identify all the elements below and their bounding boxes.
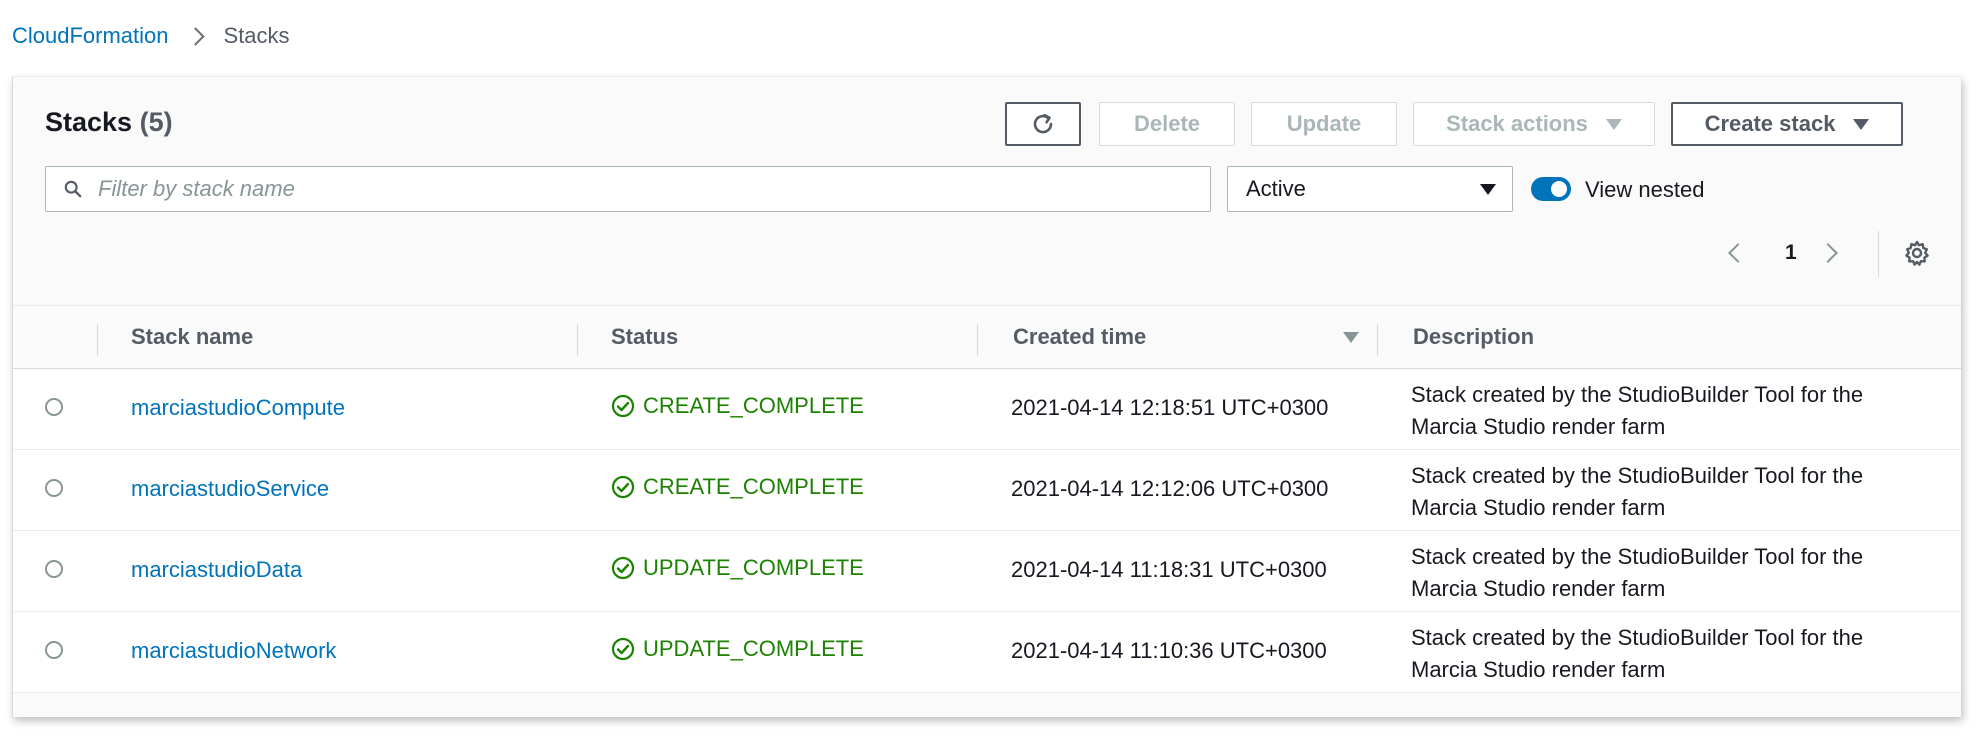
create-stack-label: Create stack [1704, 111, 1836, 136]
search-icon [64, 180, 82, 198]
cloudformation-stacks-page: CloudFormation Stacks Stacks (5) Delete … [0, 0, 1982, 736]
check-circle-icon [611, 637, 635, 661]
pagination-next-button[interactable] [1818, 237, 1838, 269]
stack-status: UPDATE_COMPLETE [611, 636, 864, 662]
caret-down-icon [1853, 118, 1870, 130]
stack-description: Stack created by the StudioBuilder Tool … [1411, 382, 1864, 439]
stacks-panel: Stacks (5) Delete Update Stack actions C… [12, 76, 1961, 717]
search-input[interactable] [96, 175, 1180, 203]
breadcrumb-cloudformation-link[interactable]: CloudFormation [12, 23, 169, 49]
status-filter-value: Active [1246, 176, 1306, 201]
stack-name-link[interactable]: marciastudioService [131, 476, 329, 502]
column-header-stack-name[interactable]: Stack name [131, 306, 253, 368]
table-body: marciastudioCompute CREATE_COMPLETE 2021… [13, 369, 1961, 693]
column-header-created-time[interactable]: Created time [1013, 306, 1146, 368]
stack-description: Stack created by the StudioBuilder Tool … [1411, 625, 1864, 682]
view-nested-toggle[interactable] [1531, 177, 1571, 201]
table-row: marciastudioData UPDATE_COMPLETE 2021-04… [13, 531, 1961, 612]
stack-name-link[interactable]: marciastudioCompute [131, 395, 345, 421]
chevron-right-icon [1818, 243, 1838, 263]
column-divider [97, 324, 98, 356]
caret-down-icon [1480, 183, 1496, 195]
search-field [45, 166, 1211, 212]
stack-status-text: CREATE_COMPLETE [643, 393, 864, 418]
sort-descending-icon[interactable] [1343, 332, 1359, 343]
stack-status-text: UPDATE_COMPLETE [643, 636, 864, 661]
stack-status-text: UPDATE_COMPLETE [643, 555, 864, 580]
table-row: marciastudioNetwork UPDATE_COMPLETE 2021… [13, 612, 1961, 693]
check-circle-icon [611, 556, 635, 580]
pagination-divider [1878, 231, 1879, 277]
column-header-status[interactable]: Status [611, 306, 678, 368]
stack-count: (5) [139, 107, 173, 137]
stack-actions-button[interactable]: Stack actions [1413, 102, 1655, 146]
check-circle-icon [611, 394, 635, 418]
breadcrumb: CloudFormation Stacks [12, 20, 290, 52]
check-circle-icon [611, 475, 635, 499]
table-header: Stack name Status Created time Descripti… [13, 306, 1961, 369]
stacks-panel-header: Stacks (5) Delete Update Stack actions C… [13, 77, 1961, 306]
refresh-icon [1033, 113, 1053, 134]
page-title-text: Stacks [45, 107, 133, 137]
stack-description: Stack created by the StudioBuilder Tool … [1411, 463, 1864, 520]
page-title: Stacks (5) [45, 107, 173, 138]
stack-created-time: 2021-04-14 12:18:51 UTC+0300 [1011, 395, 1329, 420]
refresh-button[interactable] [1005, 102, 1081, 146]
update-button[interactable]: Update [1251, 102, 1397, 146]
stack-name-link[interactable]: marciastudioData [131, 557, 302, 583]
stack-created-time: 2021-04-14 11:10:36 UTC+0300 [1011, 638, 1327, 663]
chevron-left-icon [1728, 243, 1748, 263]
row-select-radio[interactable] [45, 641, 63, 659]
row-select-radio[interactable] [45, 398, 63, 416]
gear-icon[interactable] [1903, 239, 1931, 267]
status-filter-select[interactable]: Active [1227, 166, 1513, 212]
column-divider [977, 324, 978, 356]
table-row: marciastudioCompute CREATE_COMPLETE 2021… [13, 369, 1961, 450]
toggle-knob [1551, 181, 1567, 197]
delete-button[interactable]: Delete [1099, 102, 1235, 146]
stack-status: UPDATE_COMPLETE [611, 555, 864, 581]
stack-created-time: 2021-04-14 11:18:31 UTC+0300 [1011, 557, 1327, 582]
column-divider [1377, 324, 1378, 356]
row-select-radio[interactable] [45, 479, 63, 497]
table-row: marciastudioService CREATE_COMPLETE 2021… [13, 450, 1961, 531]
column-divider [577, 324, 578, 356]
stack-name-link[interactable]: marciastudioNetwork [131, 638, 336, 664]
stack-status-text: CREATE_COMPLETE [643, 474, 864, 499]
delete-button-label: Delete [1133, 111, 1201, 136]
stack-status: CREATE_COMPLETE [611, 393, 864, 419]
stack-created-time: 2021-04-14 12:12:06 UTC+0300 [1011, 476, 1329, 501]
create-stack-button[interactable]: Create stack [1671, 102, 1903, 146]
row-select-radio[interactable] [45, 560, 63, 578]
pagination-prev-button[interactable] [1728, 237, 1748, 269]
chevron-right-icon [185, 26, 205, 46]
column-header-description[interactable]: Description [1413, 306, 1534, 368]
stack-actions-label: Stack actions [1446, 111, 1588, 136]
view-nested-label: View nested [1585, 177, 1705, 202]
pagination-page-number[interactable]: 1 [1785, 241, 1797, 265]
caret-down-icon [1605, 118, 1622, 130]
breadcrumb-current: Stacks [223, 23, 290, 48]
stack-status: CREATE_COMPLETE [611, 474, 864, 500]
update-button-label: Update [1286, 111, 1362, 136]
stack-description: Stack created by the StudioBuilder Tool … [1411, 544, 1864, 601]
